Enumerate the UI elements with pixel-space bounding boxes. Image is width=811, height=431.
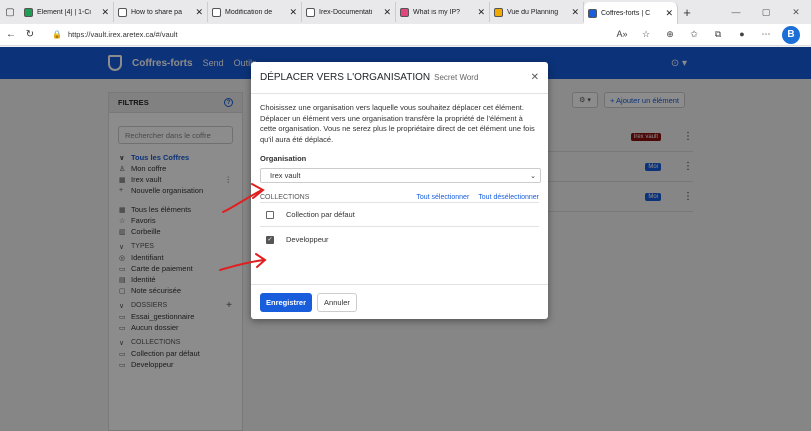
collection-checkbox[interactable]	[266, 210, 274, 219]
tab-favicon-icon	[306, 7, 315, 17]
organization-select[interactable]: Irex vault ⌄	[260, 168, 541, 183]
dialog-item-name: Secret Word	[434, 73, 479, 82]
profile-icon[interactable]: ●	[730, 29, 754, 40]
tab-close-icon[interactable]: ✕	[101, 7, 109, 18]
collections-header: COLLECTIONS Tout sélectionner Tout désél…	[260, 194, 539, 201]
tab-title: Irex-Documentati	[319, 8, 373, 16]
tab-favicon-icon	[212, 7, 221, 17]
tab-favicon-icon	[24, 7, 33, 17]
collection-name: Collection par défaut	[286, 210, 355, 219]
tab-title: Element [4] | 1-Ci	[37, 8, 91, 16]
tab-title: Modification de	[225, 8, 273, 16]
tab-favicon-icon	[588, 8, 597, 18]
close-window-icon[interactable]: ✕	[781, 7, 811, 18]
favorites-icon[interactable]: ✩	[682, 29, 706, 40]
organization-label: Organisation	[260, 154, 307, 163]
tab-strip: Element [4] | 1-Ci ✕ How to share pa ✕ Modif…	[20, 0, 678, 24]
lock-icon: 🔒	[52, 30, 62, 39]
minimize-icon[interactable]: —	[721, 7, 751, 18]
favorite-star-icon[interactable]: ☆	[634, 29, 658, 40]
window-controls: — ▢ ✕	[721, 7, 811, 18]
select-all-link[interactable]: Tout sélectionner	[416, 194, 469, 201]
new-tab-button[interactable]: +	[678, 5, 696, 20]
cancel-button[interactable]: Annuler	[317, 292, 357, 312]
tab-close-icon[interactable]: ✕	[571, 7, 579, 18]
browser-toolbar-icons: A» ☆ ⊕ ✩ ⧉ ● ⋯	[610, 29, 778, 40]
bing-copilot-icon[interactable]: B	[782, 25, 800, 44]
organization-selected-value: Irex vault	[270, 171, 301, 180]
tab-favicon-icon	[494, 7, 503, 17]
tab-favicon-icon	[400, 7, 409, 17]
collection-checkbox[interactable]: ✓	[266, 235, 274, 244]
window-menu-icon[interactable]: ▢	[0, 0, 20, 24]
browser-tab-bar: ▢ Element [4] | 1-Ci ✕ How to share pa ✕ Mod…	[0, 0, 811, 24]
extensions-icon[interactable]: ⊕	[658, 29, 682, 40]
dialog-footer: Enregistrer Annuler	[251, 284, 548, 319]
maximize-icon[interactable]: ▢	[751, 7, 781, 18]
browser-tab[interactable]: Modification de ✕	[208, 2, 302, 22]
collection-name: Developpeur	[286, 235, 329, 244]
browser-tab[interactable]: Element [4] | 1-Ci ✕	[20, 2, 114, 22]
dialog-header: Déplacer vers l'organisation Secret Word…	[251, 62, 548, 94]
tab-title: What is my IP?	[413, 8, 461, 16]
read-aloud-icon[interactable]: A»	[610, 29, 634, 40]
collections-label: COLLECTIONS	[260, 194, 310, 201]
save-button[interactable]: Enregistrer	[260, 292, 313, 312]
dialog-description: Choisissez une organisation vers laquell…	[260, 103, 535, 144]
tab-close-icon[interactable]: ✕	[383, 7, 391, 18]
tab-close-icon[interactable]: ✕	[477, 7, 485, 18]
collections-icon[interactable]: ⧉	[706, 29, 730, 40]
tab-favicon-icon	[118, 7, 127, 17]
tab-close-icon[interactable]: ✕	[195, 7, 203, 18]
chevron-down-icon: ⌄	[530, 172, 536, 180]
tab-title: Coffres-forts | C	[601, 9, 651, 17]
deselect-all-link[interactable]: Tout désélectionner	[478, 194, 539, 201]
tab-close-icon[interactable]: ✕	[665, 8, 673, 19]
address-bar-row: ← ↻ 🔒 https://vault.irex.aretex.ca/#/vau…	[0, 24, 811, 46]
collection-row-default[interactable]: Collection par défaut	[260, 202, 539, 227]
dialog-body: Choisissez une organisation vers laquell…	[251, 94, 548, 252]
tab-title: Vue du Planning	[507, 8, 559, 16]
browser-tab[interactable]: What is my IP? ✕	[396, 2, 490, 22]
tab-title: How to share pa	[131, 8, 182, 16]
browser-tab[interactable]: Irex-Documentati ✕	[302, 2, 396, 22]
browser-tab[interactable]: Coffres-forts | C ✕	[584, 2, 678, 24]
close-icon[interactable]: ✕	[531, 72, 539, 83]
browser-tab[interactable]: Vue du Planning ✕	[490, 2, 584, 22]
move-to-organization-dialog: Déplacer vers l'organisation Secret Word…	[251, 62, 548, 319]
dialog-title: Déplacer vers l'organisation	[260, 72, 431, 83]
tab-close-icon[interactable]: ✕	[289, 7, 297, 18]
url-text: https://vault.irex.aretex.ca/#/vault	[67, 30, 178, 39]
back-icon[interactable]: ←	[3, 29, 19, 40]
url-field[interactable]: 🔒 https://vault.irex.aretex.ca/#/vault	[46, 27, 606, 43]
collection-row-developpeur[interactable]: ✓ Developpeur	[260, 227, 539, 252]
more-icon[interactable]: ⋯	[754, 29, 778, 40]
refresh-icon[interactable]: ↻	[22, 29, 38, 40]
browser-tab[interactable]: How to share pa ✕	[114, 2, 208, 22]
